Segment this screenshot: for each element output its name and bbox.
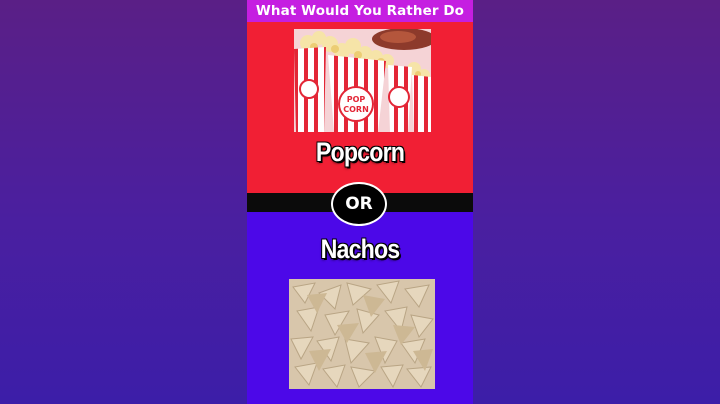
title-bar: What Would You Rather Do: [247, 0, 473, 22]
svg-text:POP: POP: [347, 95, 366, 104]
option-panel-top[interactable]: POP CORN Popcorn: [247, 22, 473, 193]
option-panel-bottom[interactable]: Nachos: [247, 212, 473, 404]
popcorn-photo-icon: POP CORN: [294, 29, 431, 132]
svg-text:CORN: CORN: [343, 105, 369, 114]
option-label-nachos: Nachos: [320, 234, 401, 264]
or-badge: OR: [331, 182, 387, 226]
nachos-image: [289, 279, 435, 389]
or-text: OR: [345, 194, 373, 214]
option-label-popcorn: Popcorn: [315, 137, 405, 167]
popcorn-image: POP CORN: [294, 29, 431, 132]
nachos-photo-icon: [289, 279, 435, 389]
page-title: What Would You Rather Do: [255, 3, 465, 19]
would-you-rather-card: What Would You Rather Do POP CORN Popcor…: [247, 0, 473, 404]
